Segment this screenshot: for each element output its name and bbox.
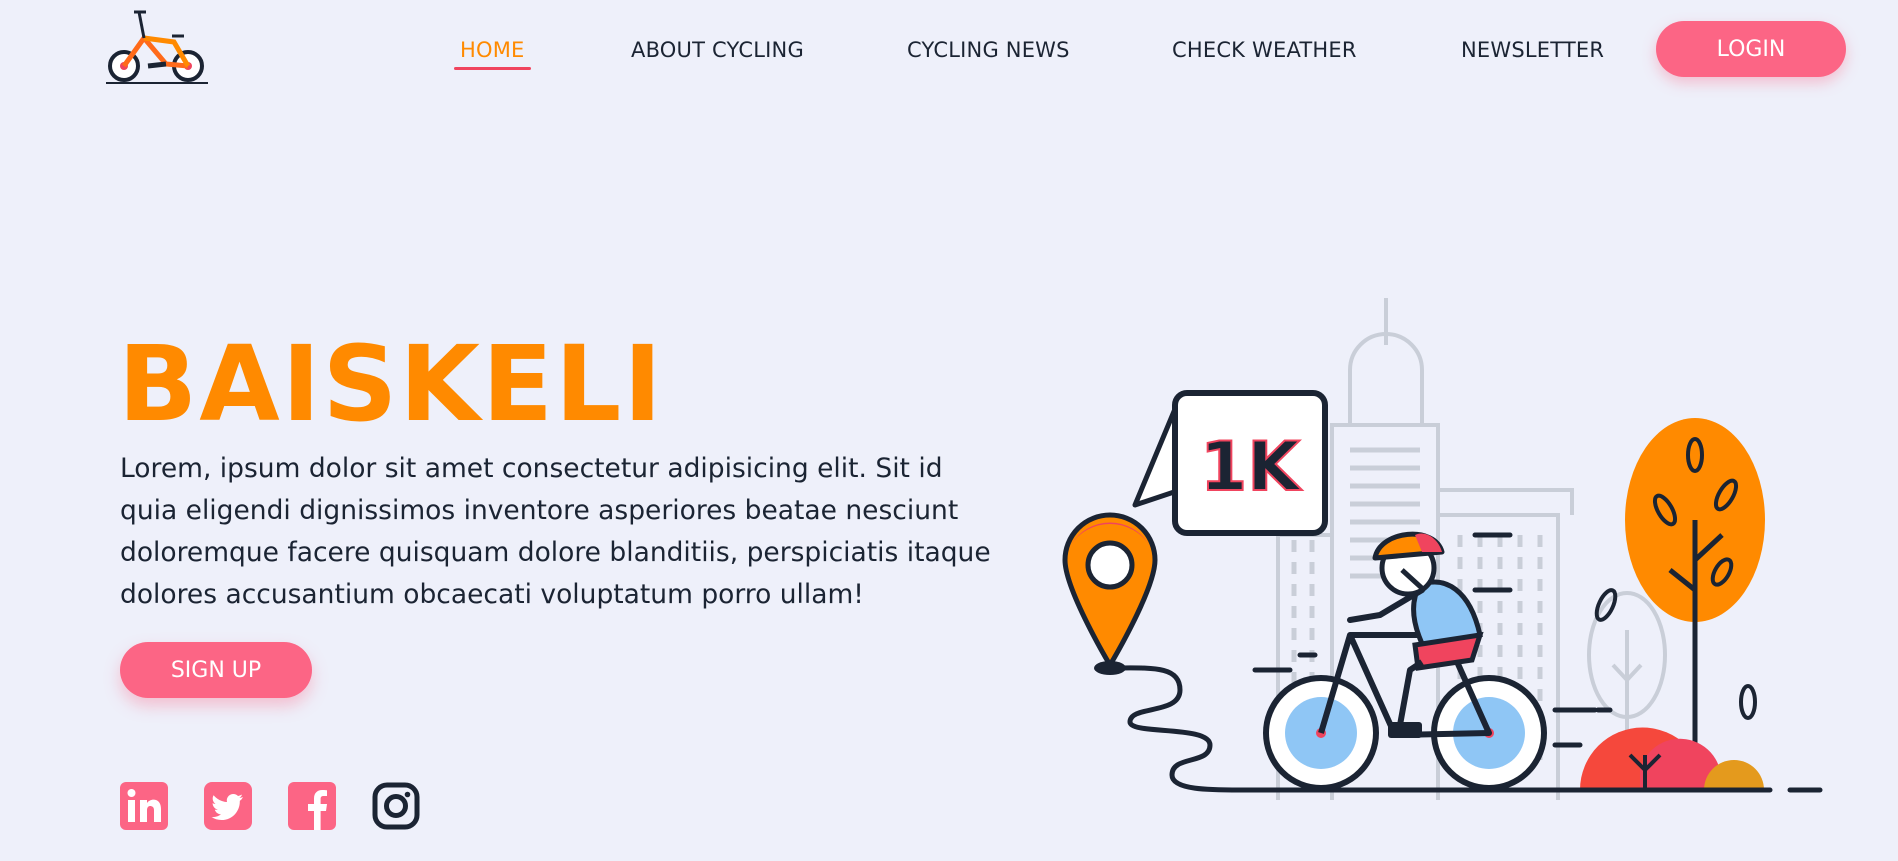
nav-link-cycling-news[interactable]: CYCLING NEWS (907, 38, 1070, 62)
hero-title: BAISKELI (118, 323, 664, 445)
linkedin-icon[interactable] (120, 782, 168, 830)
nav-link-check-weather[interactable]: CHECK WEATHER (1172, 38, 1357, 62)
instagram-icon[interactable] (372, 782, 420, 830)
signup-button[interactable]: SIGN UP (120, 642, 312, 698)
outline-tree (1587, 591, 1667, 750)
location-pin-icon (1062, 512, 1158, 675)
twitter-icon[interactable] (204, 782, 252, 830)
distance-bubble: 1K (1132, 390, 1328, 536)
nav-link-newsletter[interactable]: NEWSLETTER (1461, 38, 1604, 62)
main-nav: HOME ABOUT CYCLING CYCLING NEWS CHECK WE… (0, 0, 1898, 100)
bushes (1580, 727, 1764, 790)
hero-description: Lorem, ipsum dolor sit amet consectetur … (120, 453, 991, 610)
distance-badge-text: 1K (1200, 428, 1302, 507)
nav-link-home[interactable]: HOME (454, 38, 530, 70)
cyclist-city-illustration: 1K (1062, 298, 1823, 800)
nav-link-about-cycling[interactable]: ABOUT CYCLING (631, 38, 804, 62)
login-button[interactable]: LOGIN (1656, 21, 1846, 77)
cyclist (1263, 531, 1547, 791)
facebook-icon[interactable] (288, 782, 336, 830)
